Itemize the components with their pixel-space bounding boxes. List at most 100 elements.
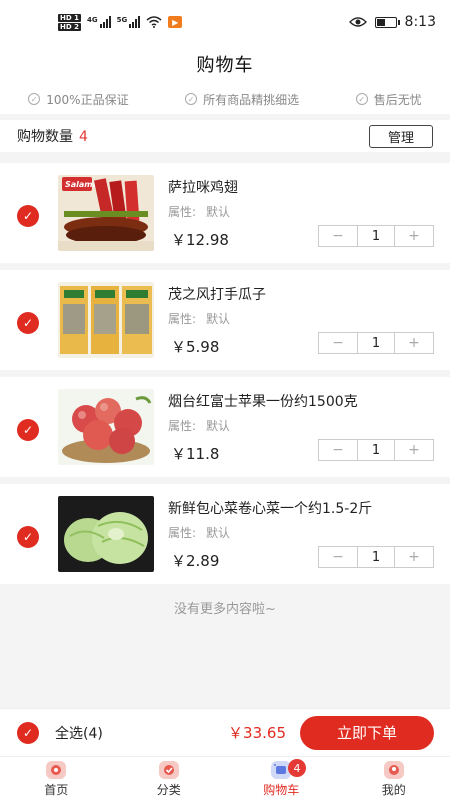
quantity-stepper: − 1 + <box>318 439 434 461</box>
item-price: ￥2.89 <box>171 552 220 570</box>
guarantee-item: ✓ 所有商品精挑细选 <box>185 91 299 108</box>
tab-profile[interactable]: 我的 <box>338 757 450 800</box>
check-circle-icon: ✓ <box>185 93 198 105</box>
select-all-label[interactable]: 全选(4) <box>55 723 103 743</box>
item-title[interactable]: 新鲜包心菜卷心菜一个约1.5-2斤 <box>168 498 372 518</box>
cart-item: ✓ 烟台红富士苹果一份约1500克 属性: 默认 ￥11.8 − 1 + <box>0 377 450 477</box>
guarantee-strip: ✓ 100%正品保证 ✓ 所有商品精挑细选 ✓ 售后无忧 <box>0 84 450 114</box>
signal-4g-icon: 4G <box>87 16 111 28</box>
quantity-value[interactable]: 1 <box>357 226 395 246</box>
item-attribute: 属性: 默认 <box>168 417 230 434</box>
decrease-button[interactable]: − <box>319 333 357 353</box>
check-circle-icon: ✓ <box>355 93 368 105</box>
signal-5g-icon: 5G <box>117 16 141 28</box>
item-attribute: 属性: 默认 <box>168 524 230 541</box>
place-order-button[interactable]: 立即下单 <box>300 715 434 750</box>
attr-label: 属性: <box>168 312 197 326</box>
item-price: ￥5.98 <box>171 338 220 356</box>
cart-item: ✓ 新鲜包心菜卷心菜一个约1.5-2斤 属性: 默认 ￥2.89 − 1 + <box>0 484 450 584</box>
cart-count-label: 购物数量 <box>17 129 73 145</box>
guarantee-label: 售后无忧 <box>373 92 422 107</box>
attr-value: 默认 <box>206 419 231 433</box>
quantity-value[interactable]: 1 <box>357 547 395 567</box>
total-price: ￥33.65 <box>228 724 286 742</box>
item-checkbox[interactable]: ✓ <box>17 526 39 548</box>
quantity-stepper: − 1 + <box>318 225 434 247</box>
item-title[interactable]: 烟台红富士苹果一份约1500克 <box>168 391 358 411</box>
product-image-cabbage[interactable] <box>58 496 154 572</box>
guarantee-label: 所有商品精挑细选 <box>203 92 300 107</box>
hd-indicator: HD 1 HD 2 <box>58 13 81 31</box>
check-circle-icon: ✓ <box>28 93 41 105</box>
decrease-button[interactable]: − <box>319 226 357 246</box>
user-icon <box>383 760 404 779</box>
item-price: ￥11.8 <box>171 445 220 463</box>
increase-button[interactable]: + <box>395 226 433 246</box>
category-icon <box>158 760 179 779</box>
cart-tab-badge: 4 <box>288 759 306 777</box>
tab-home[interactable]: 首页 <box>0 757 113 800</box>
quantity-value[interactable]: 1 <box>357 333 395 353</box>
item-checkbox[interactable]: ✓ <box>17 312 39 334</box>
status-bar: HD 1 HD 2 4G 5G ▶ 8:13 <box>0 0 450 44</box>
increase-button[interactable]: + <box>395 440 433 460</box>
home-icon <box>46 760 67 779</box>
guarantee-item: ✓ 售后无忧 <box>355 91 422 108</box>
net1-label: 4G <box>86 16 98 24</box>
attr-value: 默认 <box>206 312 231 326</box>
item-attribute: 属性: 默认 <box>168 310 230 327</box>
quantity-value[interactable]: 1 <box>357 440 395 460</box>
increase-button[interactable]: + <box>395 547 433 567</box>
item-title[interactable]: 茂之风打手瓜子 <box>168 284 266 304</box>
quantity-stepper: − 1 + <box>318 546 434 568</box>
item-attribute: 属性: 默认 <box>168 203 230 220</box>
item-price: ￥12.98 <box>171 231 229 249</box>
status-left: HD 1 HD 2 4G 5G ▶ <box>58 13 183 31</box>
hd2-badge: HD 2 <box>58 22 81 31</box>
attr-value: 默认 <box>206 205 231 219</box>
net2-label: 5G <box>116 16 128 24</box>
attr-label: 属性: <box>168 526 197 540</box>
page-title: 购物车 <box>196 55 254 76</box>
guarantee-item: ✓ 100%正品保证 <box>28 91 129 108</box>
checkout-bar: ✓ 全选(4) ￥33.65 立即下单 <box>0 708 450 756</box>
bottom-tab-bar: 首页 分类 4 购物车 我的 <box>0 756 450 800</box>
tab-label: 分类 <box>156 782 181 797</box>
no-more-content-text: 没有更多内容啦~ <box>174 602 276 617</box>
tab-label: 购物车 <box>263 782 300 797</box>
hd1-badge: HD 1 <box>58 13 81 22</box>
decrease-button[interactable]: − <box>319 547 357 567</box>
product-image-apples[interactable] <box>58 389 154 465</box>
cart-item: ✓ 茂之风打手瓜子 属性: 默认 ￥5.98 − 1 + <box>0 270 450 370</box>
increase-button[interactable]: + <box>395 333 433 353</box>
salami-brand-text: Salami <box>65 180 96 189</box>
decrease-button[interactable]: − <box>319 440 357 460</box>
item-checkbox[interactable]: ✓ <box>17 205 39 227</box>
app-notification-icon: ▶ <box>168 16 183 28</box>
eye-icon <box>348 17 367 27</box>
tab-label: 我的 <box>381 782 406 797</box>
tab-label: 首页 <box>44 782 69 797</box>
tab-cart[interactable]: 4 购物车 <box>225 757 338 800</box>
clock: 8:13 <box>404 14 436 30</box>
page-header: 购物车 <box>0 44 450 84</box>
wifi-icon <box>146 16 162 28</box>
cart-count: 购物数量 4 <box>17 126 88 146</box>
product-image-sunflower-seeds[interactable] <box>58 282 154 358</box>
cart-count-number: 4 <box>79 129 88 145</box>
status-right: 8:13 <box>348 14 436 30</box>
tab-category[interactable]: 分类 <box>113 757 226 800</box>
quantity-stepper: − 1 + <box>318 332 434 354</box>
cart-count-bar: 购物数量 4 管理 <box>0 120 450 152</box>
manage-button[interactable]: 管理 <box>369 124 433 148</box>
attr-value: 默认 <box>206 526 231 540</box>
item-checkbox[interactable]: ✓ <box>17 419 39 441</box>
guarantee-label: 100%正品保证 <box>46 92 129 107</box>
item-title[interactable]: 萨拉咪鸡翅 <box>168 177 238 197</box>
battery-icon <box>374 16 400 28</box>
select-all-checkbox[interactable]: ✓ <box>17 721 39 744</box>
product-image-chicken-wings[interactable]: Salami <box>58 175 154 251</box>
cart-item: ✓ Salami 萨拉咪鸡翅 属性: 默认 ￥12.98 − 1 + <box>0 163 450 263</box>
attr-label: 属性: <box>168 205 197 219</box>
attr-label: 属性: <box>168 419 197 433</box>
